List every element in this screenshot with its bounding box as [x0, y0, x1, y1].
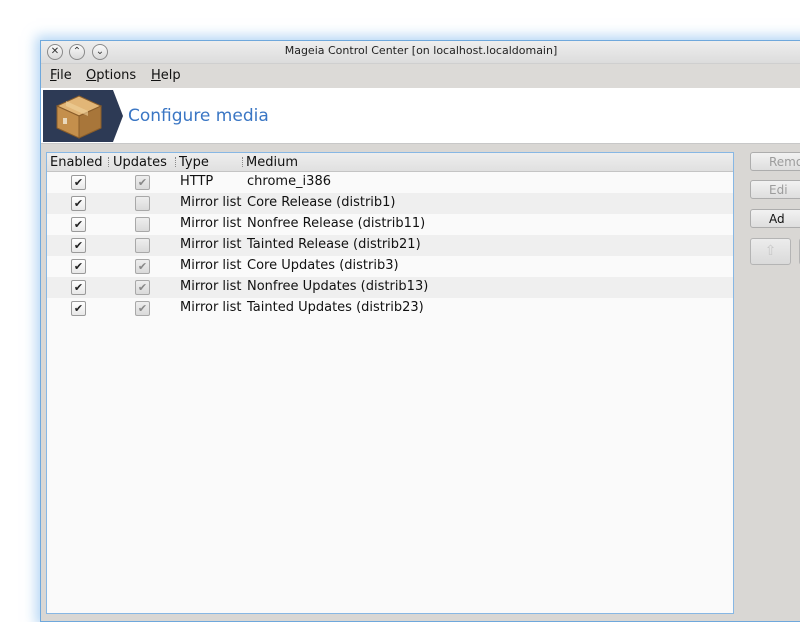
enabled-checkbox[interactable]: ✔ — [71, 175, 86, 190]
main-window: ✕ ⌃ ⌄ Mageia Control Center [on localhos… — [40, 40, 800, 622]
updates-checkbox[interactable]: ✔ — [135, 175, 150, 190]
type-cell: Mirror list — [180, 195, 242, 210]
table-header: Enabled Updates Type Medium — [47, 153, 733, 172]
type-cell: HTTP — [180, 174, 214, 189]
medium-cell: Tainted Release (distrib21) — [247, 237, 421, 252]
table-row[interactable]: ✔ Mirror list Tainted Release (distrib21) — [47, 235, 733, 256]
arrow-up-icon: ⇧ — [764, 243, 777, 259]
enabled-checkbox[interactable]: ✔ — [71, 196, 86, 211]
type-cell: Mirror list — [180, 216, 242, 231]
column-header-type[interactable]: Type — [179, 155, 209, 170]
type-cell: Mirror list — [180, 279, 242, 294]
column-header-enabled[interactable]: Enabled — [50, 155, 103, 170]
updates-checkbox[interactable]: ✔ — [135, 301, 150, 316]
medium-cell: Nonfree Release (distrib11) — [247, 216, 426, 231]
enabled-checkbox[interactable]: ✔ — [71, 259, 86, 274]
table-row[interactable]: ✔ Mirror list Core Release (distrib1) — [47, 193, 733, 214]
updates-checkbox[interactable] — [135, 196, 150, 211]
table-row[interactable]: ✔ ✔ HTTP chrome_i386 — [47, 172, 733, 193]
updates-checkbox[interactable] — [135, 217, 150, 232]
package-box-icon — [55, 95, 103, 139]
enabled-checkbox[interactable]: ✔ — [71, 238, 86, 253]
updates-checkbox[interactable] — [135, 238, 150, 253]
medium-cell: chrome_i386 — [247, 174, 331, 189]
medium-cell: Core Updates (distrib3) — [247, 258, 399, 273]
header-banner — [43, 90, 113, 142]
add-button[interactable]: Ad — [750, 209, 800, 228]
column-separator — [108, 157, 109, 167]
page-header: Configure media — [41, 88, 800, 144]
menu-file[interactable]: File — [50, 68, 72, 83]
column-header-medium[interactable]: Medium — [246, 155, 298, 170]
updates-checkbox[interactable]: ✔ — [135, 259, 150, 274]
enabled-checkbox[interactable]: ✔ — [71, 280, 86, 295]
type-cell: Mirror list — [180, 237, 242, 252]
window-title: Mageia Control Center [on localhost.loca… — [284, 44, 558, 57]
enabled-checkbox[interactable]: ✔ — [71, 217, 86, 232]
table-row[interactable]: ✔ ✔ Mirror list Tainted Updates (distrib23) — [47, 298, 733, 319]
enabled-checkbox[interactable]: ✔ — [71, 301, 86, 316]
column-header-updates[interactable]: Updates — [113, 155, 167, 170]
table-row[interactable]: ✔ ✔ Mirror list Core Updates (distrib3) — [47, 256, 733, 277]
menu-help[interactable]: Help — [151, 68, 181, 83]
remove-button[interactable]: Remo — [750, 152, 800, 171]
column-separator — [242, 157, 243, 167]
medium-cell: Nonfree Updates (distrib13) — [247, 279, 429, 294]
menu-options[interactable]: Options — [86, 68, 136, 83]
header-banner-arrow — [113, 90, 123, 142]
updates-checkbox[interactable]: ✔ — [135, 280, 150, 295]
medium-cell: Tainted Updates (distrib23) — [247, 300, 424, 315]
edit-button[interactable]: Edi — [750, 180, 800, 199]
title-bar: ✕ ⌃ ⌄ Mageia Control Center [on localhos… — [41, 41, 800, 64]
type-cell: Mirror list — [180, 300, 242, 315]
type-cell: Mirror list — [180, 258, 242, 273]
page-title: Configure media — [128, 106, 269, 126]
column-separator — [175, 157, 176, 167]
table-row[interactable]: ✔ ✔ Mirror list Nonfree Updates (distrib13) — [47, 277, 733, 298]
menu-bar: File Options Help — [41, 64, 800, 88]
move-up-button[interactable]: ⇧ — [750, 238, 791, 265]
media-table: Enabled Updates Type Medium ✔ ✔ HTTP chrome… — [46, 152, 734, 614]
medium-cell: Core Release (distrib1) — [247, 195, 396, 210]
table-row[interactable]: ✔ Mirror list Nonfree Release (distrib11) — [47, 214, 733, 235]
